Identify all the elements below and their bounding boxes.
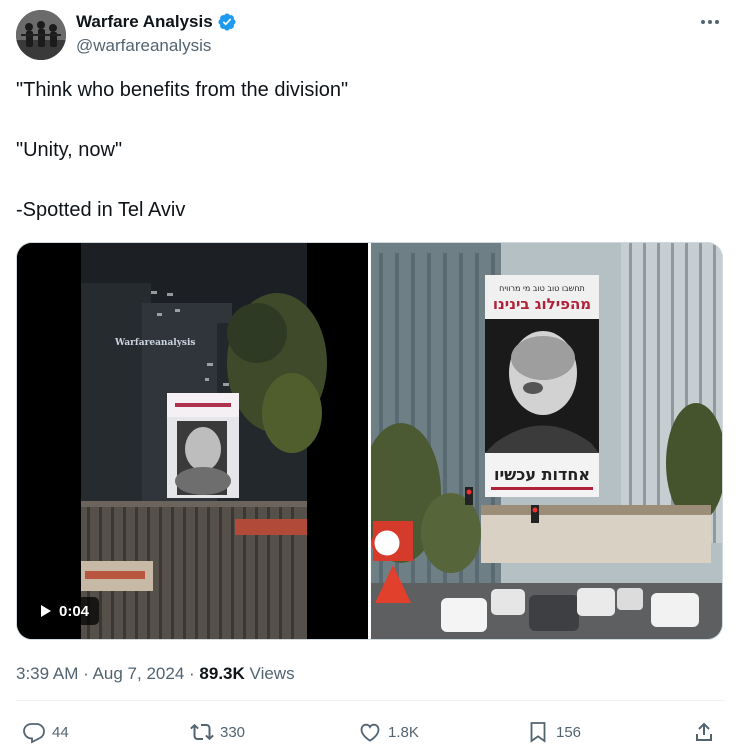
media-grid: Warfareanalysis 0:04 תחשבו טוב טוב מי מר… <box>16 242 723 640</box>
views-count: 89.3K <box>199 664 245 683</box>
heart-icon <box>360 723 380 742</box>
tweet-text-line: "Think who benefits from the division" <box>16 79 349 101</box>
divider <box>16 700 725 701</box>
like-count: 1.8K <box>388 723 419 741</box>
tweet-header: Warfare Analysis @warfareanalysis <box>16 8 725 60</box>
tweet-meta: 3:39 AM · Aug 7, 2024 · 89.3K Views <box>16 664 295 684</box>
billboard-bottom: אחדות עכשיו <box>494 465 590 484</box>
like-button[interactable]: 1.8K <box>358 720 419 744</box>
tweet-text: "Think who benefits from the division" "… <box>16 78 716 222</box>
retweet-icon <box>190 723 214 741</box>
share-button[interactable] <box>692 720 716 744</box>
bookmark-button[interactable]: 156 <box>526 720 581 744</box>
retweet-count: 330 <box>220 723 246 741</box>
video-thumbnail[interactable]: Warfareanalysis 0:04 <box>17 243 368 639</box>
billboard-top-line2: מהפילוג בינינו <box>493 295 591 313</box>
share-icon <box>696 722 712 741</box>
bookmark-count: 156 <box>556 723 582 741</box>
meta-separator: · <box>189 664 195 683</box>
reply-icon <box>23 723 45 744</box>
tweet-time[interactable]: 3:39 AM <box>16 664 78 683</box>
verified-badge-icon <box>217 12 237 32</box>
meta-separator: · <box>83 664 89 683</box>
handle[interactable]: @warfareanalysis <box>76 36 211 56</box>
reply-count: 44 <box>52 723 69 741</box>
retweet-button[interactable]: 330 <box>190 720 245 744</box>
bookmark-icon <box>530 722 546 743</box>
tweet-text-line: "Unity, now" <box>16 139 123 161</box>
reply-button[interactable]: 44 <box>22 720 69 744</box>
play-icon <box>41 605 51 617</box>
photo-thumbnail[interactable]: תחשבו טוב טוב מי מרוויח מהפילוג בינינו א… <box>371 243 722 639</box>
tweet-text-line: -Spotted in Tel Aviv <box>16 199 186 221</box>
dot-icon <box>708 20 712 24</box>
avatar[interactable] <box>16 10 66 60</box>
tweet-date[interactable]: Aug 7, 2024 <box>93 664 185 683</box>
more-options-button[interactable] <box>695 10 725 34</box>
views-label: Views <box>249 664 295 683</box>
billboard-top-line1: תחשבו טוב טוב מי מרוויח <box>499 284 585 293</box>
dot-icon <box>701 20 705 24</box>
display-name[interactable]: Warfare Analysis <box>76 12 213 32</box>
dot-icon <box>715 20 719 24</box>
video-duration: 0:04 <box>59 602 90 620</box>
tweet-actions: 44 330 1.8K 156 <box>16 720 725 752</box>
video-watermark: Warfareanalysis <box>115 338 196 348</box>
video-duration-badge[interactable]: 0:04 <box>31 597 100 625</box>
